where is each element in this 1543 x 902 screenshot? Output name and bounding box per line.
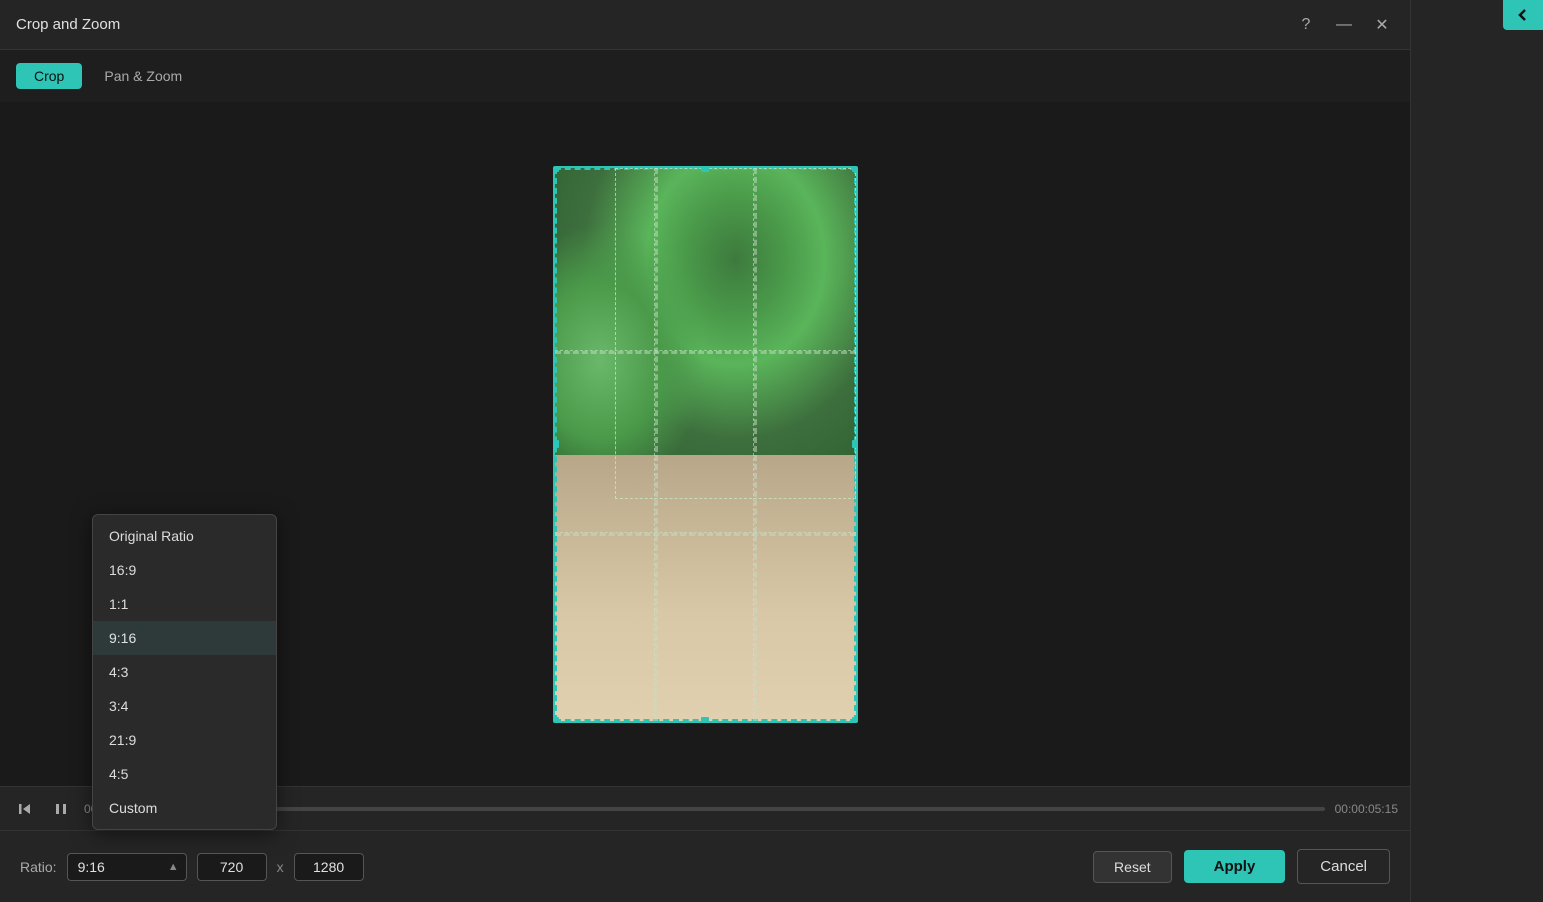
chevron-left-icon bbox=[1515, 7, 1531, 23]
bottom-bar: Ratio: 9:16 ▲ x Reset Apply Cancel bbox=[0, 830, 1410, 902]
skip-back-icon bbox=[18, 802, 32, 816]
ratio-select-wrapper: 9:16 ▲ bbox=[67, 853, 187, 881]
skip-back-button[interactable] bbox=[12, 796, 38, 822]
video-preview bbox=[553, 166, 858, 723]
help-button[interactable]: ? bbox=[1294, 13, 1318, 37]
leaf-bottom-decoration bbox=[555, 455, 856, 720]
close-button[interactable]: ✕ bbox=[1370, 13, 1394, 37]
dialog-title: Crop and Zoom bbox=[16, 16, 120, 33]
dropdown-item-original[interactable]: Original Ratio bbox=[93, 519, 276, 553]
side-panel bbox=[1410, 0, 1543, 902]
cancel-button[interactable]: Cancel bbox=[1297, 849, 1390, 884]
dimension-x-label: x bbox=[277, 859, 284, 875]
pan-zoom-tab[interactable]: Pan & Zoom bbox=[86, 63, 200, 89]
play-button[interactable] bbox=[48, 796, 74, 822]
video-frame bbox=[553, 166, 858, 723]
crop-tab[interactable]: Crop bbox=[16, 63, 82, 89]
title-bar: Crop and Zoom ? — ✕ bbox=[0, 0, 1410, 50]
timeline-track[interactable] bbox=[157, 807, 1324, 811]
minimize-button[interactable]: — bbox=[1332, 13, 1356, 37]
title-icons: ? — ✕ bbox=[1294, 13, 1394, 37]
action-buttons: Reset Apply Cancel bbox=[1093, 849, 1390, 884]
dropdown-item-custom[interactable]: Custom bbox=[93, 791, 276, 825]
play-icon bbox=[54, 802, 68, 816]
side-panel-tab[interactable] bbox=[1503, 0, 1543, 30]
tab-bar: Crop Pan & Zoom bbox=[0, 50, 1410, 102]
dropdown-item-3-4[interactable]: 3:4 bbox=[93, 689, 276, 723]
dropdown-item-4-5[interactable]: 4:5 bbox=[93, 757, 276, 791]
dialog: Crop and Zoom ? — ✕ Crop Pan & Zoom bbox=[0, 0, 1410, 902]
height-input[interactable] bbox=[294, 853, 364, 881]
apply-button[interactable]: Apply bbox=[1184, 850, 1286, 883]
reset-button[interactable]: Reset bbox=[1093, 851, 1172, 883]
dropdown-item-21-9[interactable]: 21:9 bbox=[93, 723, 276, 757]
ratio-select[interactable]: 9:16 bbox=[67, 853, 187, 881]
time-end: 00:00:05:15 bbox=[1335, 802, 1398, 816]
ratio-group: Ratio: 9:16 ▲ x bbox=[20, 853, 364, 881]
dropdown-item-9-16[interactable]: 9:16 bbox=[93, 621, 276, 655]
dropdown-item-1-1[interactable]: 1:1 bbox=[93, 587, 276, 621]
dropdown-item-4-3[interactable]: 4:3 bbox=[93, 655, 276, 689]
dropdown-item-16-9[interactable]: 16:9 bbox=[93, 553, 276, 587]
ratio-label: Ratio: bbox=[20, 859, 57, 875]
width-input[interactable] bbox=[197, 853, 267, 881]
ratio-dropdown-menu: Original Ratio 16:9 1:1 9:16 4:3 3:4 21:… bbox=[92, 514, 277, 830]
